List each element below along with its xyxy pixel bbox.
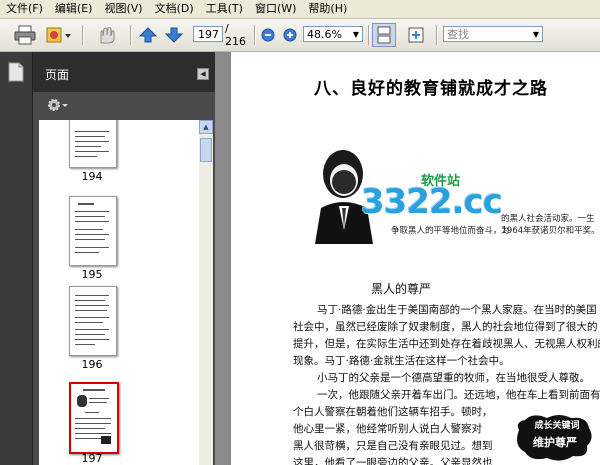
thumbnail-scrollbar[interactable]: ▲	[199, 120, 213, 465]
panel-options	[33, 92, 215, 118]
menu-bar: 文件(F) 编辑(E) 视图(V) 文档(D) 工具(T) 窗口(W) 帮助(H…	[0, 0, 600, 19]
stamp-label-bottom: 维护尊严	[533, 436, 577, 449]
pages-panel-title: 页面	[45, 68, 70, 82]
stamp-icon	[46, 27, 71, 43]
menu-edit[interactable]: 编辑(E)	[49, 0, 99, 18]
paragraph-line: 社会中，虽然已经废除了奴隶制度，黑人的社会地位得到了很大的	[293, 321, 598, 333]
zoom-level-value: 48.6%	[307, 28, 342, 41]
paragraph-line: 马丁·路德·金出生于美国南部的一个黑人家庭。在当时的美国	[317, 304, 597, 316]
search-dropdown-icon[interactable]: ▼	[533, 27, 539, 43]
menu-file[interactable]: 文件(F)	[0, 0, 49, 18]
menu-view[interactable]: 视图(V)	[98, 0, 148, 18]
document-view[interactable]: 八、良好的教育铺就成才之路 软件站 3322.cc 的黑人社会活动家。一生为 争…	[215, 52, 600, 465]
arrow-down-icon	[165, 27, 183, 43]
next-page-button[interactable]	[164, 23, 184, 47]
collapse-panel-icon[interactable]: ◀	[197, 68, 209, 80]
pages-panel: 页面 ◀ 194 195 196 197 ▲	[33, 52, 215, 465]
single-page-view-button[interactable]	[372, 23, 396, 47]
page-thumbnail-196[interactable]	[69, 286, 117, 356]
gear-icon	[48, 99, 68, 111]
scrollbar-thumb[interactable]	[200, 138, 212, 162]
page-thumbnail-194[interactable]	[69, 120, 117, 168]
menu-help[interactable]: 帮助(H)	[302, 0, 353, 18]
fit-page-button[interactable]	[404, 23, 428, 47]
paragraph-line: 这里，他看了一眼旁边的父亲。父亲显然也	[293, 457, 493, 465]
page-number-input[interactable]: 197	[193, 26, 223, 42]
photo-caption-line2: 争取黑人的平等地位而奋斗，1964年获诺贝尔和平奖。	[391, 226, 600, 236]
menu-window[interactable]: 窗口(W)	[249, 0, 302, 18]
page-label-195: 195	[81, 268, 103, 281]
single-page-icon	[377, 26, 391, 44]
hand-icon	[100, 27, 115, 44]
zoom-in-icon	[283, 28, 297, 42]
fit-page-icon	[408, 27, 424, 43]
zoom-in-button[interactable]	[282, 23, 298, 47]
print-button[interactable]	[12, 23, 38, 47]
chapter-title: 八、良好的教育铺就成才之路	[314, 79, 548, 99]
menu-tools[interactable]: 工具(T)	[200, 0, 249, 18]
zoom-out-button[interactable]	[260, 23, 276, 47]
zoom-level-select[interactable]: 48.6% ▼	[303, 26, 363, 42]
thumbnail-list: 194 195 196 197	[39, 120, 199, 465]
printer-icon	[14, 25, 36, 45]
navigation-strip	[0, 52, 33, 465]
paragraph-line: 他心里一紧，他经常听别人说白人警察对	[293, 423, 482, 435]
chevron-down-icon: ▼	[352, 30, 359, 39]
paragraph-line: 小马丁的父亲是一个德高望重的牧师，在当地很受人尊敬。	[317, 372, 590, 384]
watermark-logo: 3322.cc	[361, 182, 503, 222]
keyword-stamp: 成长关键词 维护尊严	[513, 412, 595, 464]
page-total: / 216	[225, 22, 246, 48]
page-label-194: 194	[81, 170, 103, 183]
stamp-label-top: 成长关键词	[534, 421, 580, 431]
pages-panel-button[interactable]	[8, 62, 24, 85]
search-placeholder: 查找	[447, 28, 469, 41]
paragraph-line: 黑人很苛横，只是自己没有亲眼见过。想到	[293, 440, 493, 452]
toolbar: 197 / 216 48.6% ▼ 查找 ▼	[0, 19, 600, 52]
paragraph-line: 一次，他跟随父亲开着车出门。还远地，他在车上看到前面有一	[317, 389, 600, 401]
page-thumbnail-195[interactable]	[69, 196, 117, 266]
options-button[interactable]	[47, 98, 69, 115]
page-label-196: 196	[81, 358, 103, 371]
previous-page-button[interactable]	[138, 23, 158, 47]
menu-document[interactable]: 文档(D)	[149, 0, 200, 18]
comment-tool-button[interactable]	[44, 23, 74, 47]
paragraph-line: 提升，但是，在实际生活中还到处存在着歧视黑人、无视黑人权利的	[293, 338, 600, 350]
page-label-197: 197	[81, 452, 103, 465]
paragraph-line: 个白人警察在朝着他们这辆车招手。顿时，	[293, 406, 493, 418]
scroll-up-icon[interactable]: ▲	[199, 120, 213, 134]
document-page: 八、良好的教育铺就成才之路 软件站 3322.cc 的黑人社会活动家。一生为 争…	[231, 52, 600, 465]
page-thumbnail-197-selected[interactable]	[69, 382, 119, 454]
section-heading: 黑人的尊严	[371, 282, 432, 296]
paragraph-line: 现象。马丁·路德·金就生活在这样一个社会中。	[293, 355, 510, 367]
zoom-out-icon	[261, 28, 275, 42]
hand-tool-button[interactable]	[92, 23, 122, 47]
arrow-up-icon	[139, 27, 157, 43]
page-icon	[8, 62, 24, 82]
pages-panel-header: 页面 ◀	[33, 52, 215, 92]
search-input[interactable]: 查找 ▼	[443, 26, 543, 42]
